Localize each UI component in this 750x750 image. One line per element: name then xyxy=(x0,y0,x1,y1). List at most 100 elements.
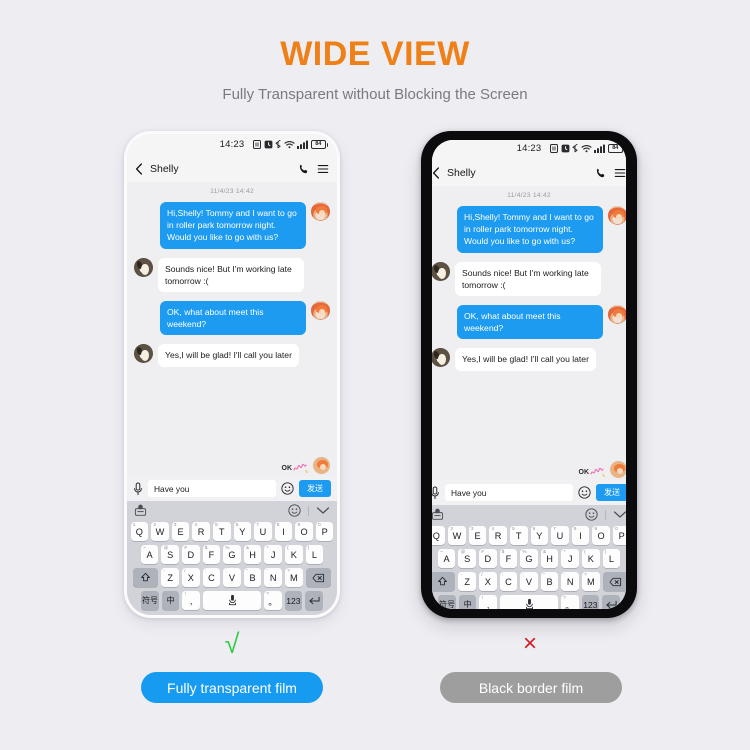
key-c[interactable]: :C xyxy=(202,568,221,587)
comma-key[interactable]: !, xyxy=(182,591,200,610)
key-f[interactable]: $ F xyxy=(202,545,221,564)
key-r[interactable]: 4R xyxy=(192,522,210,541)
key-i[interactable]: 8I xyxy=(571,526,590,545)
microphone-icon[interactable] xyxy=(432,486,440,500)
language-key[interactable]: 中 xyxy=(161,591,180,610)
key-q[interactable]: 1Q xyxy=(432,526,446,545)
key-s[interactable]: @ S xyxy=(161,545,180,564)
key-p[interactable]: 0P xyxy=(315,522,334,541)
language-key[interactable]: 中 xyxy=(458,595,477,609)
key-z[interactable]: -Z xyxy=(161,568,180,587)
smiley-icon[interactable] xyxy=(281,482,294,495)
key-sup: / xyxy=(481,572,483,577)
key-g[interactable]: % G xyxy=(223,545,241,564)
key-v[interactable]: ; V xyxy=(223,568,241,587)
key-b[interactable]: " B xyxy=(540,572,559,591)
key-j[interactable]: * J xyxy=(264,545,282,564)
message-input[interactable]: Have you xyxy=(445,484,573,501)
key-label: Y xyxy=(239,526,246,537)
message-input[interactable]: Have you xyxy=(148,480,276,497)
key-i[interactable]: 8I xyxy=(274,522,293,541)
phone-screen-right: 14:23 84 Shelly 11/4/23 14:42 Hi,Shelly!… xyxy=(432,140,626,609)
key-h[interactable]: & H xyxy=(540,549,559,568)
phone-icon[interactable] xyxy=(298,163,310,175)
key-c[interactable]: :C xyxy=(499,572,518,591)
phone-icon[interactable] xyxy=(595,167,607,179)
key-v[interactable]: ; V xyxy=(520,572,538,591)
symbols-key[interactable]: 符号 xyxy=(141,591,159,610)
key-o[interactable]: 9O xyxy=(295,522,313,541)
key-k[interactable]: (K xyxy=(581,549,600,568)
key-d[interactable]: # D xyxy=(182,545,200,564)
sticker-face-icon[interactable] xyxy=(432,508,444,521)
smiley-icon[interactable] xyxy=(578,486,591,499)
key-a[interactable]: ~ A xyxy=(140,545,159,564)
key-m[interactable]: ? M xyxy=(284,568,303,587)
chevron-left-icon[interactable] xyxy=(432,166,440,179)
message-input-value: Have you xyxy=(451,487,487,498)
key-l[interactable]: ) L xyxy=(305,545,324,564)
key-e[interactable]: 3E xyxy=(171,522,190,541)
enter-key[interactable] xyxy=(602,595,620,609)
microphone-icon[interactable] xyxy=(133,482,143,496)
space-key[interactable] xyxy=(203,591,261,610)
shift-key[interactable] xyxy=(133,568,159,587)
symbols-key[interactable]: 符号 xyxy=(438,595,456,609)
chevron-left-icon[interactable] xyxy=(135,162,143,175)
key-x[interactable]: / X xyxy=(479,572,497,591)
key-o[interactable]: 9O xyxy=(592,526,610,545)
backspace-key[interactable] xyxy=(602,572,626,591)
key-n[interactable]: ' N xyxy=(264,568,282,587)
sticker-face-icon[interactable] xyxy=(134,504,147,517)
key-q[interactable]: 1Q xyxy=(130,522,149,541)
enter-key[interactable] xyxy=(305,591,323,610)
key-l[interactable]: ) L xyxy=(602,549,621,568)
key-r[interactable]: 4R xyxy=(489,526,507,545)
key-g[interactable]: % G xyxy=(520,549,538,568)
key-k[interactable]: (K xyxy=(284,545,303,564)
period-key[interactable]: ?。 xyxy=(264,591,282,610)
key-y[interactable]: 6Y xyxy=(530,526,549,545)
numbers-key[interactable]: 123 xyxy=(581,595,600,609)
smiley-icon[interactable] xyxy=(288,504,301,517)
key-u[interactable]: 7U xyxy=(551,526,569,545)
send-button[interactable]: 发送 xyxy=(596,484,626,501)
key-x[interactable]: / X xyxy=(182,568,200,587)
chevron-down-icon[interactable] xyxy=(613,510,626,519)
key-sup: % xyxy=(522,549,527,554)
key-w[interactable]: 2W xyxy=(151,522,169,541)
key-sup: 4 xyxy=(491,526,495,531)
key-n[interactable]: ' N xyxy=(561,572,579,591)
hamburger-menu-icon[interactable] xyxy=(317,163,329,175)
key-y[interactable]: 6Y xyxy=(233,522,252,541)
key-label: R xyxy=(494,530,502,541)
key-t[interactable]: 5T xyxy=(509,526,528,545)
bluetooth-icon xyxy=(572,144,578,153)
key-a[interactable]: ~ A xyxy=(437,549,456,568)
key-sup: : xyxy=(204,568,207,573)
key-h[interactable]: & H xyxy=(243,545,262,564)
comma-key[interactable]: !, xyxy=(479,595,497,609)
space-key[interactable] xyxy=(500,595,558,609)
smiley-icon[interactable] xyxy=(585,508,598,521)
key-w[interactable]: 2W xyxy=(448,526,466,545)
hamburger-menu-icon[interactable] xyxy=(614,167,626,179)
key-s[interactable]: @ S xyxy=(458,549,477,568)
key-u[interactable]: 7U xyxy=(254,522,272,541)
key-d[interactable]: # D xyxy=(479,549,497,568)
send-button[interactable]: 发送 xyxy=(299,480,331,497)
key-j[interactable]: * J xyxy=(561,549,579,568)
key-f[interactable]: $ F xyxy=(499,549,518,568)
period-key[interactable]: ?。 xyxy=(561,595,579,609)
key-z[interactable]: -Z xyxy=(458,572,477,591)
key-m[interactable]: ? M xyxy=(581,572,600,591)
backspace-key[interactable] xyxy=(305,568,331,587)
numbers-key[interactable]: 123 xyxy=(284,591,303,610)
key-p[interactable]: 0P xyxy=(612,526,626,545)
shift-key[interactable] xyxy=(432,572,456,591)
chevron-down-icon[interactable] xyxy=(316,506,330,515)
key-t[interactable]: 5T xyxy=(212,522,231,541)
key-b[interactable]: " B xyxy=(243,568,262,587)
girl-avatar xyxy=(311,301,330,321)
key-e[interactable]: 3E xyxy=(468,526,487,545)
